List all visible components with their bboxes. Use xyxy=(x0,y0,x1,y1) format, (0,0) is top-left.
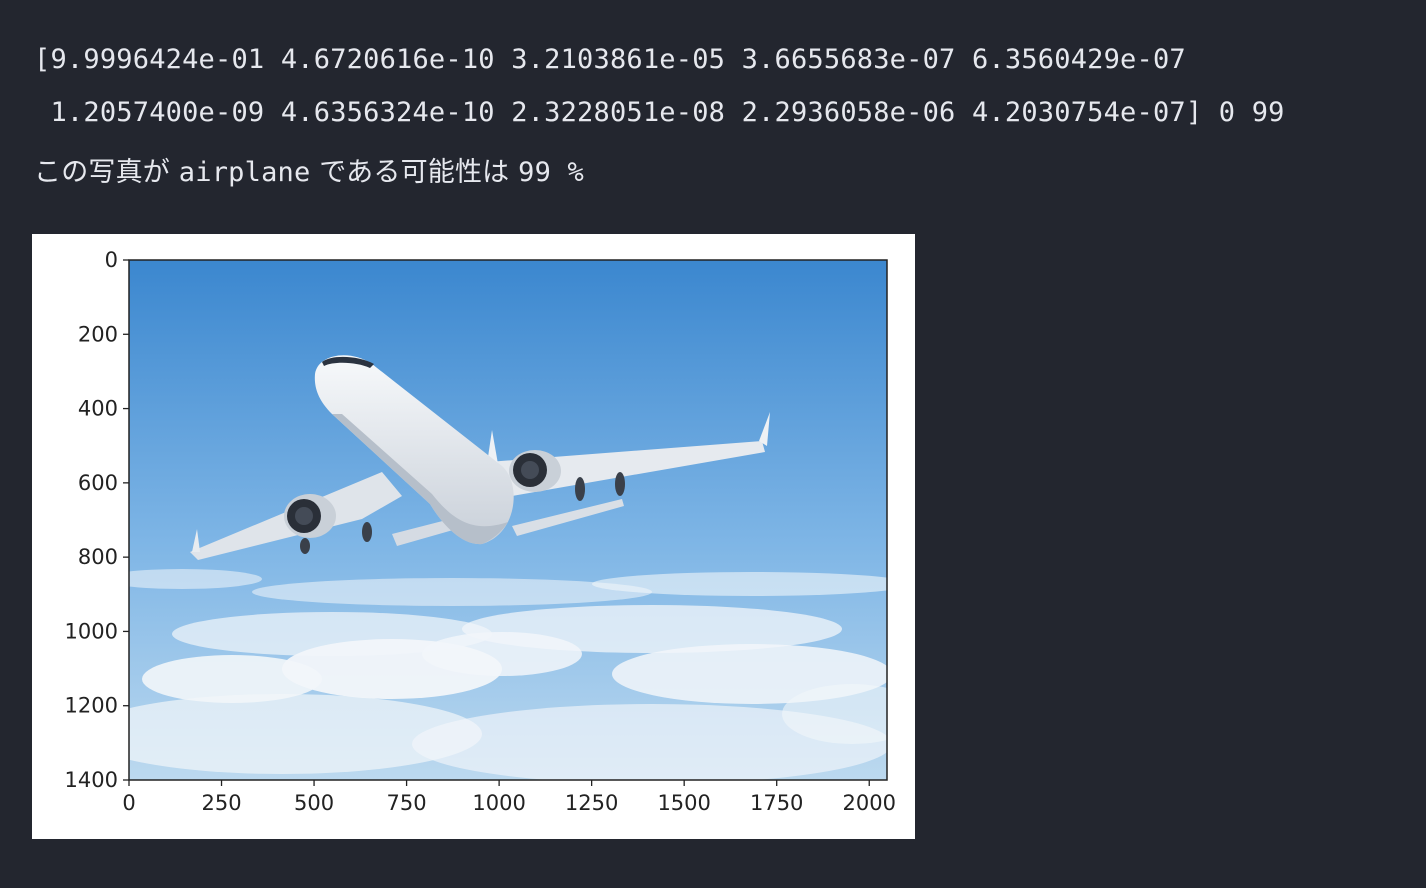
x-axis: 0 250 500 750 1000 1250 1500 1750 2000 xyxy=(122,780,896,815)
y-tick-label: 1400 xyxy=(65,768,118,792)
y-tick-label: 200 xyxy=(78,322,118,346)
matplotlib-figure: 0 250 500 750 1000 1250 1500 1750 2000 0 200 400 60… xyxy=(32,234,915,839)
x-tick-label: 1500 xyxy=(657,791,710,815)
y-tick-label: 600 xyxy=(78,471,118,495)
x-tick-label: 2000 xyxy=(843,791,896,815)
prediction-middle: である可能性は xyxy=(310,157,519,188)
y-tick-label: 1200 xyxy=(65,694,118,718)
x-tick-label: 250 xyxy=(201,791,241,815)
probabilities-line-2: 1.2057400e-09 4.6356324e-10 2.3228051e-0… xyxy=(34,97,1285,128)
y-tick-label: 400 xyxy=(78,397,118,421)
y-axis: 0 200 400 600 800 1000 1200 1400 xyxy=(65,248,129,792)
y-tick-label: 800 xyxy=(78,545,118,569)
y-tick-label: 1000 xyxy=(65,619,118,643)
x-tick-label: 1000 xyxy=(472,791,525,815)
airplane-photo xyxy=(129,260,887,780)
prediction-percent: 99 xyxy=(518,157,552,188)
probabilities-line-1: [9.9996424e-01 4.6720616e-10 3.2103861e-… xyxy=(34,44,1186,75)
x-tick-label: 750 xyxy=(387,791,427,815)
notebook-output: [9.9996424e-01 4.6720616e-10 3.2103861e-… xyxy=(0,0,1426,888)
x-tick-label: 500 xyxy=(294,791,334,815)
prediction-prefix: この写真が xyxy=(34,157,179,188)
image-plot: 0 250 500 750 1000 1250 1500 1750 2000 0 200 400 60… xyxy=(65,248,896,815)
x-tick-label: 0 xyxy=(122,791,135,815)
prediction-suffix: % xyxy=(551,157,584,188)
y-tick-label: 0 xyxy=(105,248,118,272)
prediction-label: airplane xyxy=(178,157,311,188)
prediction-sentence: この写真が airplane である可能性は 99 % xyxy=(34,150,584,189)
x-tick-label: 1750 xyxy=(750,791,803,815)
x-tick-label: 1250 xyxy=(565,791,618,815)
